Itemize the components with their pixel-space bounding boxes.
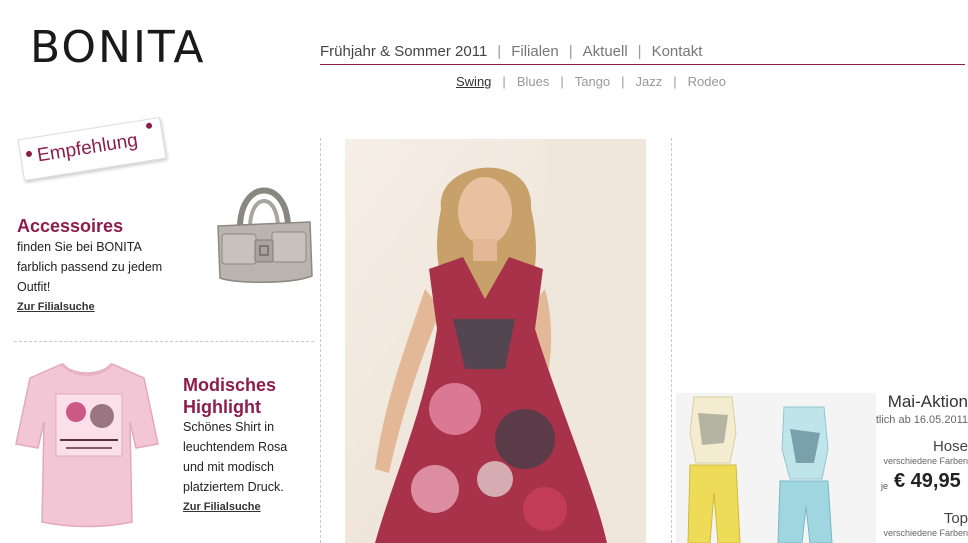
nav-item-kontakt[interactable]: Kontakt [652, 43, 703, 60]
pin-icon [145, 122, 153, 130]
bonita-logo[interactable]: BONITA [30, 22, 206, 73]
subnav-item-tango[interactable]: Tango [575, 74, 610, 89]
price-prefix: je [881, 481, 889, 491]
nav-separator: | [497, 43, 502, 60]
accessories-title: Accessoires [17, 216, 124, 236]
section-divider [14, 341, 314, 342]
promo-item-2-note: verschiedene Farben [883, 528, 968, 538]
highlight-text-line: platziertem Druck. [183, 480, 284, 494]
subnav-item-rodeo[interactable]: Rodeo [688, 74, 726, 89]
highlight-title-line: Modisches [183, 375, 277, 395]
promo-price: € 49,95 [894, 470, 961, 492]
highlight-text: Schönes Shirt in leuchtendem Rosa und mi… [183, 417, 287, 497]
promo-products-image[interactable] [676, 393, 876, 543]
recommendation-tag: Empfehlung [17, 116, 167, 182]
promo-item-1: Hose [932, 438, 968, 455]
nav-underline [320, 64, 965, 65]
nav-item-spring-summer[interactable]: Frühjahr & Sommer 2011 [320, 43, 487, 60]
handbag-image[interactable] [212, 168, 316, 288]
sub-nav: Swing | Blues | Tango | Jazz | Rodeo [456, 74, 726, 89]
model-photo[interactable] [345, 139, 646, 543]
nav-separator: | [637, 43, 642, 60]
accessories-text-line: finden Sie bei BONITA [17, 240, 142, 254]
nav-separator: | [560, 74, 564, 89]
nav-separator: | [673, 74, 677, 89]
highlight-title: Modisches Highlight [183, 374, 276, 418]
nav-separator: | [502, 74, 506, 89]
highlight-store-finder-link[interactable]: Zur Filialsuche [183, 501, 261, 513]
column-divider-left [320, 138, 321, 543]
nav-item-aktuell[interactable]: Aktuell [583, 43, 628, 60]
pink-shirt-image[interactable] [14, 360, 160, 530]
pin-icon [25, 150, 33, 158]
nav-separator: | [568, 43, 573, 60]
recommendation-tag-label: Empfehlung [35, 129, 140, 167]
highlight-text-line: und mit modisch [183, 460, 275, 474]
accessories-store-finder-link[interactable]: Zur Filialsuche [17, 301, 95, 313]
column-divider-right [671, 138, 672, 543]
accessories-text: finden Sie bei BONITA farblich passend z… [17, 237, 162, 297]
nav-item-filialen[interactable]: Filialen [511, 43, 559, 60]
highlight-title-line: Highlight [183, 397, 261, 417]
nav-separator: | [621, 74, 625, 89]
subnav-item-blues[interactable]: Blues [517, 74, 550, 89]
highlight-text-line: leuchtendem Rosa [183, 440, 288, 454]
subnav-item-jazz[interactable]: Jazz [636, 74, 663, 89]
highlight-text-line: Schönes Shirt in [183, 420, 275, 434]
main-nav: Frühjahr & Sommer 2011 | Filialen | Aktuell |… [320, 43, 702, 60]
accessories-text-line: Outfit! [17, 280, 51, 294]
accessories-text-line: farblich passend zu jedem [17, 260, 163, 274]
promo-item-2: Top [943, 510, 968, 527]
promo-item-1-note: verschiedene Farben [883, 456, 968, 466]
subnav-item-swing[interactable]: Swing [456, 74, 491, 89]
